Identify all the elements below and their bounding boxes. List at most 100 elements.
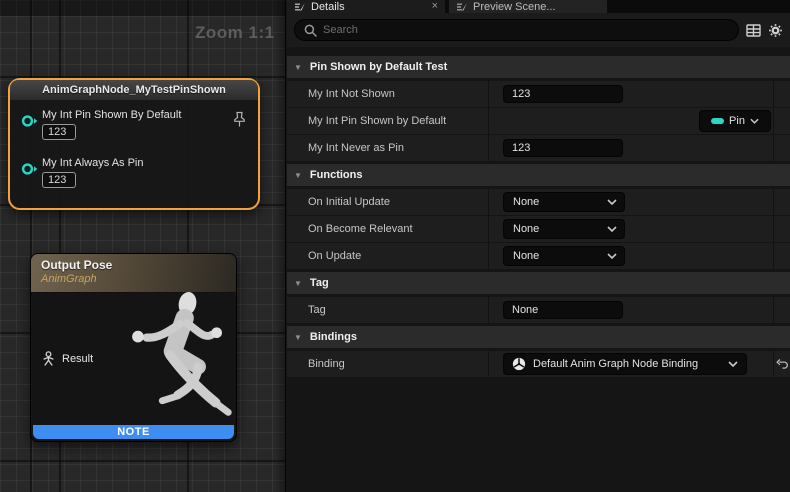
property-label: Binding — [308, 358, 345, 370]
function-dropdown[interactable]: None — [503, 219, 625, 239]
property-row-on-initial-update: On Initial Update None — [287, 189, 790, 216]
int-pin-icon[interactable] — [21, 162, 38, 176]
note-banner-label: NOTE — [117, 426, 150, 438]
unpin-thumbtack-icon[interactable] — [232, 111, 247, 128]
tab-close-icon[interactable]: × — [432, 1, 438, 12]
property-name-cell: On Update — [287, 243, 489, 269]
chevron-down-icon — [728, 361, 738, 367]
property-row-on-update: On Update None — [287, 243, 790, 270]
result-pin-label: Result — [62, 353, 93, 365]
property-name-cell: On Become Relevant — [287, 216, 489, 242]
property-row-my-int-pin-shown-by-default: My Int Pin Shown by Default Pin — [287, 108, 790, 135]
reset-to-default-cell — [773, 297, 790, 323]
graph-top-shade — [0, 0, 285, 16]
reset-to-default-icon[interactable] — [776, 358, 789, 370]
category-functions[interactable]: ▼ Functions — [287, 164, 790, 186]
binding-dropdown[interactable]: Default Anim Graph Node Binding — [503, 353, 747, 375]
property-row-tag: Tag — [287, 297, 790, 324]
chevron-down-icon — [750, 118, 759, 124]
category-expand-arrow-icon[interactable]: ▼ — [294, 279, 302, 288]
details-tab-icon — [294, 2, 306, 12]
property-label: On Become Relevant — [308, 223, 413, 235]
property-row-my-int-never-as-pin: My Int Never as Pin — [287, 135, 790, 162]
category-tag[interactable]: ▼ Tag — [287, 272, 790, 294]
category-expand-arrow-icon[interactable]: ▼ — [294, 171, 302, 180]
property-name-cell: Tag — [287, 297, 489, 323]
reset-to-default-cell — [773, 135, 790, 161]
category-title: Functions — [310, 169, 363, 181]
reset-to-default-cell — [773, 108, 790, 134]
pin-dropdown-label: Pin — [729, 115, 745, 127]
search-icon — [304, 24, 317, 37]
settings-button[interactable] — [768, 23, 783, 38]
category-bindings[interactable]: ▼ Bindings — [287, 326, 790, 348]
property-value-cell — [489, 297, 773, 323]
note-banner[interactable]: NOTE — [33, 425, 234, 439]
output-pose-node[interactable]: Output Pose AnimGraph — [30, 253, 237, 442]
pin-value-input[interactable]: 123 — [42, 172, 76, 188]
int-value-input[interactable] — [503, 85, 623, 103]
dropdown-selected-value: None — [504, 196, 607, 208]
property-label: My Int Not Shown — [308, 88, 395, 100]
running-mannequin-illustration — [106, 289, 236, 425]
search-box[interactable] — [294, 19, 739, 41]
property-name-cell: My Int Not Shown — [287, 81, 489, 107]
anim-graph-node[interactable]: AnimGraphNode_MyTestPinShown My Int Pin … — [8, 78, 260, 210]
property-matrix-icon — [746, 24, 761, 37]
tab-preview-scene[interactable]: Preview Scene... — [449, 0, 607, 13]
pin-label: My Int Pin Shown By Default — [42, 109, 181, 121]
anim-graph-canvas[interactable]: Zoom 1:1 AnimGraphNode_MyTestPinShown My… — [0, 0, 286, 492]
pin-pill-icon — [711, 118, 724, 124]
zoom-level-indicator: Zoom 1:1 — [195, 23, 275, 43]
property-row-my-int-not-shown: My Int Not Shown — [287, 81, 790, 108]
property-label: My Int Pin Shown by Default — [308, 115, 446, 127]
tab-details-label: Details — [311, 1, 345, 13]
category-pin-shown-by-default-test[interactable]: ▼ Pin Shown by Default Test — [287, 56, 790, 78]
function-dropdown[interactable]: None — [503, 192, 625, 212]
tab-preview-scene-label: Preview Scene... — [473, 1, 556, 13]
reset-to-default-cell — [773, 243, 790, 269]
details-panel: Details × Preview Scene... — [287, 0, 790, 492]
pin-row-always-as-pin: My Int Always As Pin 123 — [21, 157, 143, 188]
dropdown-selected-value: None — [504, 223, 607, 235]
graph-right-shade — [275, 0, 285, 492]
chevron-down-icon — [607, 253, 617, 259]
node-title-bar[interactable]: AnimGraphNode_MyTestPinShown — [10, 80, 258, 101]
pose-pin-person-icon[interactable] — [41, 351, 56, 367]
property-name-cell: My Int Pin Shown by Default — [287, 108, 489, 134]
property-value-cell: Pin — [489, 108, 773, 134]
category-title: Bindings — [310, 331, 357, 343]
details-toolbar — [287, 13, 790, 47]
tab-details[interactable]: Details × — [287, 0, 445, 13]
dropdown-selected-value: None — [504, 250, 607, 262]
binding-selected-value: Default Anim Graph Node Binding — [533, 358, 721, 370]
pin-visibility-dropdown[interactable]: Pin — [699, 110, 771, 132]
int-value-input[interactable] — [503, 139, 623, 157]
display-filter-button[interactable] — [746, 24, 761, 37]
property-row-on-become-relevant: On Become Relevant None — [287, 216, 790, 243]
chevron-down-icon — [607, 199, 617, 205]
binding-icon — [512, 357, 526, 371]
int-pin-icon[interactable] — [21, 114, 38, 128]
category-title: Pin Shown by Default Test — [310, 61, 447, 73]
category-expand-arrow-icon[interactable]: ▼ — [294, 333, 302, 342]
category-expand-arrow-icon[interactable]: ▼ — [294, 63, 302, 72]
tag-value-input[interactable] — [503, 301, 623, 319]
output-node-title: Output Pose — [41, 258, 236, 272]
property-value-cell — [489, 81, 773, 107]
property-name-cell: On Initial Update — [287, 189, 489, 215]
property-label: On Update — [308, 250, 361, 262]
property-label: My Int Never as Pin — [308, 142, 404, 154]
function-dropdown[interactable]: None — [503, 246, 625, 266]
output-node-title-bar[interactable]: Output Pose AnimGraph — [31, 254, 236, 293]
property-value-cell: None — [489, 216, 773, 242]
gear-icon — [768, 23, 783, 38]
pin-label: My Int Always As Pin — [42, 157, 143, 169]
reset-to-default-cell — [773, 216, 790, 242]
property-value-cell: Default Anim Graph Node Binding — [489, 351, 773, 377]
search-input[interactable] — [323, 24, 729, 36]
result-pin-row[interactable]: Result — [41, 351, 93, 367]
node-title: AnimGraphNode_MyTestPinShown — [42, 84, 226, 96]
pin-row-shown-by-default: My Int Pin Shown By Default 123 — [21, 109, 181, 140]
pin-value-input[interactable]: 123 — [42, 124, 76, 140]
